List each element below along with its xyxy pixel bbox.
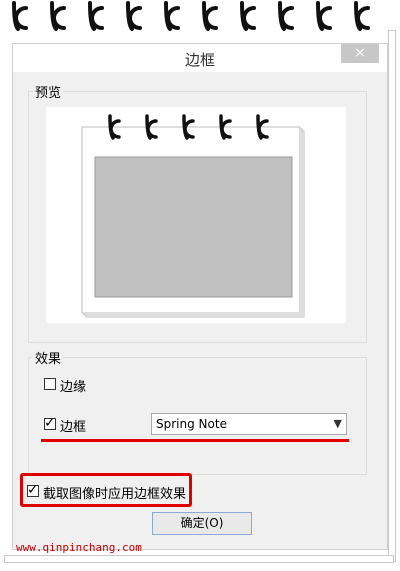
border-label: 边框 bbox=[60, 420, 87, 435]
checkmark-icon: ✓ bbox=[27, 482, 39, 498]
spiral-ring-icon bbox=[12, 1, 370, 31]
chevron-down-icon: ▼ bbox=[333, 417, 342, 430]
spring-note-preview bbox=[81, 114, 305, 318]
border-style-select[interactable]: Spring Note ▼ bbox=[151, 413, 347, 435]
border-checkbox[interactable]: ✓ bbox=[44, 415, 56, 431]
preview-group-label: 预览 bbox=[33, 82, 64, 101]
ok-button[interactable]: 确定(O) bbox=[152, 512, 252, 535]
dialog-title: 边框 bbox=[184, 51, 215, 69]
paper-edge bbox=[4, 555, 394, 563]
watermark-text: www.qinpinchang.com bbox=[16, 541, 142, 554]
close-button[interactable]: × bbox=[341, 44, 379, 63]
title-bar: 边框 × bbox=[13, 44, 387, 72]
preview-image bbox=[46, 107, 346, 323]
checkmark-icon: ✓ bbox=[44, 415, 56, 431]
highlight-underline bbox=[41, 439, 349, 442]
capture-effect-label: 截取图像时应用边框效果 bbox=[43, 487, 187, 502]
border-dialog: 边框 × 预览 效果 边缘 ✓ 边框 Spring Note ▼ ✓ 截取图像时… bbox=[12, 43, 388, 550]
border-style-value: Spring Note bbox=[156, 417, 227, 431]
edge-label: 边缘 bbox=[60, 380, 87, 395]
capture-effect-checkbox[interactable]: ✓ bbox=[27, 482, 39, 498]
spiral-binding bbox=[0, 0, 400, 40]
ok-button-label: 确定(O) bbox=[180, 516, 224, 530]
paper-edge bbox=[388, 30, 396, 562]
edge-checkbox[interactable] bbox=[44, 378, 56, 390]
close-icon: × bbox=[354, 45, 366, 61]
effects-group-label: 效果 bbox=[33, 348, 64, 367]
